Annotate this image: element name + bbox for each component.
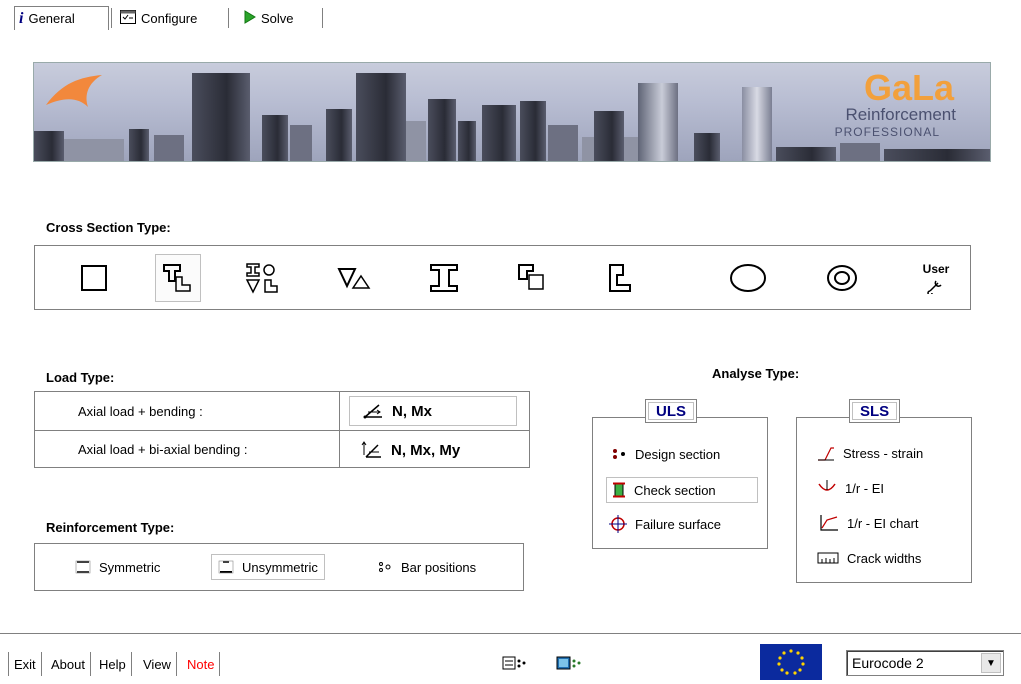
user-section-label: User xyxy=(922,262,950,276)
user-section-button[interactable]: User xyxy=(913,254,959,302)
symmetric-icon xyxy=(75,560,91,574)
crack-widths-icon xyxy=(817,552,839,564)
triangle-section-icon xyxy=(337,268,371,289)
tab-configure-label: Configure xyxy=(141,10,198,26)
stress-strain-icon xyxy=(818,447,834,461)
reinforcement-type-label: Reinforcement Type: xyxy=(46,520,175,535)
cross-section-label: Cross Section Type: xyxy=(46,220,171,235)
eu-flag-icon xyxy=(760,644,822,680)
play-icon xyxy=(244,9,256,27)
reinforcement-symmetric-button[interactable]: Symmetric xyxy=(69,554,166,580)
crack-widths-button[interactable]: Crack widths xyxy=(812,545,926,571)
l-section-icon xyxy=(609,264,631,292)
load-type-description: Axial load + bending : xyxy=(35,392,340,430)
configure-icon xyxy=(120,9,136,27)
tab-configure[interactable]: Configure xyxy=(116,6,201,30)
calculator-icon xyxy=(502,656,526,670)
tab-general[interactable]: i General xyxy=(14,6,109,30)
design-code-select[interactable]: Eurocode 2 ▼ xyxy=(846,650,1004,676)
circle-section-button[interactable] xyxy=(725,254,771,302)
curvature-ei-icon xyxy=(818,480,836,491)
triangle-section-button[interactable] xyxy=(331,254,377,302)
help-button[interactable]: Help xyxy=(94,652,132,676)
analyse-type-label: Analyse Type: xyxy=(712,366,800,381)
load-biaxial-button[interactable]: N, Mx, My xyxy=(349,435,517,465)
circle-section-icon xyxy=(730,264,766,292)
tab-bar: i General Configure Solve xyxy=(0,0,1021,34)
unsymmetric-label: Unsymmetric xyxy=(242,559,318,575)
load-type-row: Axial load + bending : N, Mx xyxy=(35,392,529,430)
tab-solve-label: Solve xyxy=(261,10,294,26)
failure-surface-label: Failure surface xyxy=(635,516,721,532)
design-section-label: Design section xyxy=(635,446,721,462)
section-table-button[interactable] xyxy=(556,655,582,674)
biaxial-load-icon xyxy=(361,441,381,458)
box-section-button[interactable] xyxy=(509,254,555,302)
info-icon: i xyxy=(19,9,24,27)
chevron-down-icon[interactable]: ▼ xyxy=(981,653,1001,673)
wrench-icon xyxy=(927,280,942,294)
tab-general-label: General xyxy=(28,11,75,26)
bar-positions-label: Bar positions xyxy=(401,559,477,575)
curvature-ei-label: 1/r - EI xyxy=(845,480,885,496)
calculator-button[interactable] xyxy=(502,655,528,674)
curvature-ei-chart-button[interactable]: 1/r - EI chart xyxy=(814,510,924,536)
stress-strain-button[interactable]: Stress - strain xyxy=(812,440,928,466)
tab-solve[interactable]: Solve xyxy=(240,6,298,30)
rectangle-section-button[interactable] xyxy=(71,254,117,302)
unsymmetric-icon xyxy=(218,560,234,574)
multi-section-icon xyxy=(245,263,278,294)
load-uniaxial-value: N, Mx xyxy=(392,402,433,420)
curvature-chart-icon xyxy=(820,515,838,531)
view-button[interactable]: View xyxy=(138,652,177,676)
check-section-label: Check section xyxy=(634,482,716,498)
banner-subtitle: Reinforcement xyxy=(845,105,956,124)
t-section-icon xyxy=(163,264,191,292)
failure-surface-icon xyxy=(609,515,627,533)
crack-widths-label: Crack widths xyxy=(847,550,922,566)
reinforcement-unsymmetric-button[interactable]: Unsymmetric xyxy=(211,554,325,580)
about-button[interactable]: About xyxy=(46,652,91,676)
symmetric-label: Symmetric xyxy=(99,559,161,575)
i-section-button[interactable] xyxy=(421,254,467,302)
failure-surface-button[interactable]: Failure surface xyxy=(604,511,726,537)
stress-strain-label: Stress - strain xyxy=(843,445,924,461)
load-type-row: Axial load + bi-axial bending : N, Mx, M… xyxy=(35,430,529,468)
reinforcement-bar-positions-button[interactable]: Bar positions xyxy=(371,554,482,580)
multi-section-button[interactable] xyxy=(239,254,285,302)
t-section-button[interactable] xyxy=(155,254,201,302)
ring-section-icon xyxy=(827,265,857,291)
load-type-table: Axial load + bending : N, Mx Axial load … xyxy=(34,391,530,468)
section-table-icon xyxy=(556,656,581,670)
load-biaxial-value: N, Mx, My xyxy=(391,441,461,459)
reinforcement-type-group: Symmetric Unsymmetric Bar positions xyxy=(34,543,524,591)
load-type-description: Axial load + bi-axial bending : xyxy=(35,431,340,468)
curvature-ei-chart-label: 1/r - EI chart xyxy=(847,515,919,531)
ring-section-button[interactable] xyxy=(819,254,865,302)
design-code-value: Eurocode 2 xyxy=(852,655,924,671)
uls-title: ULS xyxy=(645,399,697,423)
load-type-label: Load Type: xyxy=(46,370,115,385)
box-section-icon xyxy=(518,264,544,290)
banner-title: GaLa xyxy=(863,67,954,108)
note-button[interactable]: Note xyxy=(182,652,221,676)
cross-section-type-group: User xyxy=(34,245,971,310)
sls-title: SLS xyxy=(849,399,901,423)
product-banner: GaLa Reinforcement PROFESSIONAL xyxy=(33,62,991,162)
curvature-ei-button[interactable]: 1/r - EI xyxy=(812,475,889,501)
uniaxial-load-icon xyxy=(363,404,382,419)
exit-button[interactable]: Exit xyxy=(8,652,42,676)
design-section-button[interactable]: Design section xyxy=(606,441,725,467)
check-section-icon xyxy=(613,482,625,498)
banner-edition: PROFESSIONAL xyxy=(834,125,940,139)
bar-positions-icon xyxy=(379,562,391,572)
i-section-icon xyxy=(430,264,458,292)
load-uniaxial-button[interactable]: N, Mx xyxy=(349,396,517,426)
design-section-icon xyxy=(613,449,625,459)
logo-swoosh-icon xyxy=(46,75,102,107)
rectangle-section-icon xyxy=(81,265,107,291)
l-section-button[interactable] xyxy=(597,254,643,302)
check-section-button[interactable]: Check section xyxy=(606,477,758,503)
bottom-separator xyxy=(0,633,1021,635)
